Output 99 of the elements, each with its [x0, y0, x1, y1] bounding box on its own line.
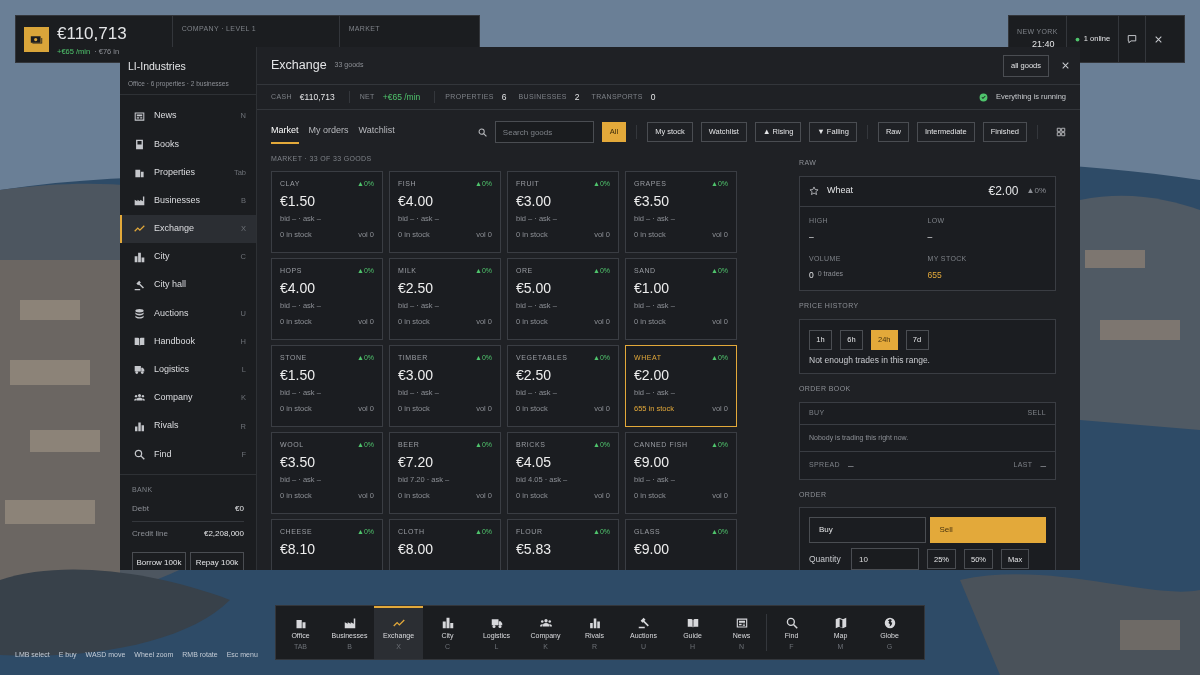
- sidebar-label: Logistics: [154, 363, 189, 377]
- tab[interactable]: Watchlist: [358, 120, 395, 144]
- order-side-tab[interactable]: Buy: [809, 517, 926, 544]
- stat-value: –: [809, 231, 814, 244]
- bank-button[interactable]: Repay 100k: [190, 551, 244, 570]
- city-icon: [441, 616, 454, 629]
- stat-value: –: [927, 231, 933, 244]
- bar-chart-icon: [588, 616, 601, 629]
- clock-time: 21:40: [1032, 37, 1056, 51]
- stat-value: 655: [927, 269, 942, 282]
- close-icon: [1154, 34, 1164, 44]
- sidebar-item[interactable]: Books: [120, 130, 256, 159]
- bank-value: €2,208,000: [203, 527, 244, 540]
- bank-label: Debt: [132, 503, 149, 516]
- people-icon: [134, 392, 145, 404]
- goods-price: €5.83: [516, 542, 553, 556]
- goods-price: €7.20: [398, 455, 435, 469]
- price-change: ▲0%: [1026, 185, 1046, 197]
- newspaper-icon: [735, 616, 748, 629]
- sidebar-label: Handbook: [154, 334, 196, 348]
- history-message: Not enough trades in this range.: [809, 353, 931, 367]
- map-icon: [834, 616, 847, 629]
- quantity-label: Quantity: [809, 552, 842, 566]
- cash-amount: €110,713: [57, 22, 127, 45]
- stat-value: 0: [650, 90, 656, 104]
- people-icon: [539, 616, 552, 629]
- close-icon: [1061, 61, 1070, 70]
- sidebar-label: News: [154, 109, 177, 123]
- tab[interactable]: My orders: [308, 120, 349, 144]
- search-icon: [134, 448, 145, 460]
- bank-label: Credit line: [132, 527, 168, 540]
- stat-value: €110,713: [299, 90, 335, 104]
- stat-value: 0: [809, 269, 814, 282]
- goods-price: €9.00: [634, 455, 671, 469]
- grid-icon: [1056, 127, 1066, 137]
- last-value: –: [1040, 458, 1046, 473]
- stat-value: +€65 /min: [382, 90, 421, 104]
- stat-value: 6: [501, 90, 507, 104]
- goods-price: €9.00: [634, 542, 671, 556]
- gavel-icon: [134, 279, 145, 291]
- search-field[interactable]: Search goods: [494, 121, 594, 143]
- sidebar-label: Books: [154, 137, 179, 151]
- truck-icon: [134, 364, 145, 376]
- goods-price: €8.10: [280, 542, 317, 556]
- sidebar-label: Find: [154, 447, 172, 461]
- spread-value: –: [847, 458, 854, 473]
- newspaper-icon: [134, 110, 145, 122]
- goods-price: €3.50: [634, 194, 671, 208]
- factory-icon: [343, 616, 356, 629]
- book-icon: [134, 138, 145, 150]
- goods-price: €1.50: [280, 368, 317, 382]
- sidebar-label: City: [154, 250, 170, 264]
- goods-price: €4.05: [516, 455, 553, 469]
- open-book-icon: [686, 616, 699, 629]
- search-icon: [477, 127, 487, 137]
- chat-button[interactable]: [1127, 34, 1138, 44]
- bank-button[interactable]: Borrow 100k: [132, 551, 186, 570]
- sidebar-label: Company: [154, 391, 193, 405]
- goods-price: €8.00: [398, 542, 435, 556]
- goods-price: €2.50: [516, 368, 553, 382]
- open-book-icon: [134, 336, 145, 348]
- goods-price: €4.00: [280, 281, 317, 295]
- goods-name: Wheat: [827, 184, 853, 198]
- close-button[interactable]: [1061, 61, 1070, 70]
- bank-value: €0: [235, 503, 244, 516]
- goods-price: €2.00: [988, 183, 1019, 200]
- goods-price: €3.00: [398, 368, 435, 382]
- sidebar-item[interactable]: City hall: [120, 271, 256, 300]
- goods-price: €2.00: [634, 368, 671, 382]
- goods-price: €5.00: [516, 281, 553, 295]
- search-icon: [785, 616, 798, 629]
- sidebar-label: Rivals: [154, 419, 179, 433]
- city-icon: [134, 251, 145, 263]
- status-dot-icon: [1074, 36, 1080, 42]
- factory-icon: [134, 195, 145, 207]
- close-button[interactable]: [1154, 34, 1164, 44]
- goods-price: €3.00: [516, 194, 553, 208]
- truck-icon: [490, 616, 503, 629]
- sidebar-label: Auctions: [154, 306, 189, 320]
- sidebar-label: Properties: [154, 165, 196, 179]
- grid-view-button[interactable]: [1056, 127, 1066, 137]
- sidebar-label: Businesses: [154, 193, 201, 207]
- window-title: Exchange: [271, 57, 327, 75]
- goods-price: €3.50: [280, 455, 317, 469]
- tab[interactable]: Market: [271, 120, 299, 144]
- goods-price: €2.50: [398, 281, 435, 295]
- sidebar-label: Exchange: [154, 222, 195, 236]
- bar-chart-icon: [134, 420, 145, 432]
- company-name: LI-Industries: [128, 59, 187, 74]
- goods-price: €4.00: [398, 194, 435, 208]
- quantity-field[interactable]: 10: [851, 548, 919, 570]
- coins-icon: [134, 307, 145, 319]
- order-side-tab[interactable]: Sell: [929, 517, 1046, 544]
- stat-value: 2: [574, 90, 580, 104]
- gavel-icon: [637, 616, 650, 629]
- goods-price: €1.00: [634, 281, 671, 295]
- chat-icon: [1127, 34, 1138, 44]
- sidebar-label: City hall: [154, 278, 186, 292]
- goods-price: €1.50: [280, 194, 317, 208]
